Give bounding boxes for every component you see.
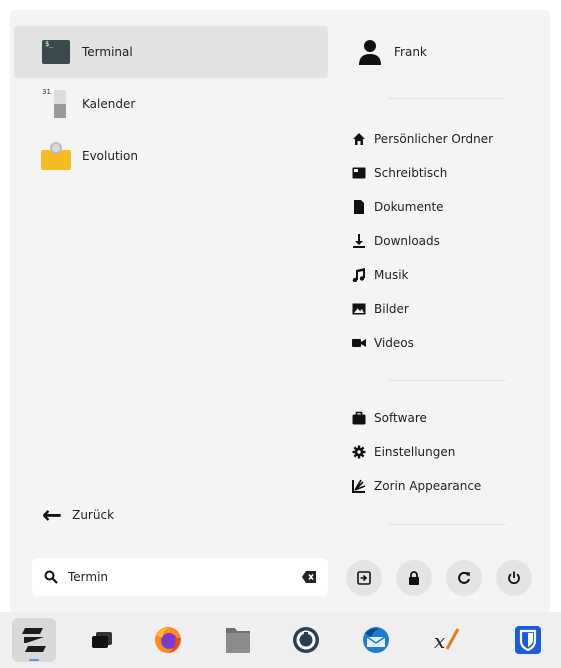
power-button[interactable] [496,560,532,596]
zorin-menu-icon [22,628,46,652]
place-documents[interactable]: Dokumente [344,190,493,224]
back-label: Zurück [72,508,115,522]
app-label: Kalender [82,97,136,111]
place-videos[interactable]: Videos [344,326,493,360]
taskbar-thunderbird[interactable] [354,618,398,662]
user-account-button[interactable]: Frank [358,38,427,66]
taskbar-timeshift[interactable] [284,618,328,662]
calendar-icon: 31 [40,88,72,120]
thunderbird-icon [363,627,389,653]
arrow-left-icon: ← [42,501,63,529]
restart-icon [458,571,470,584]
clear-search-icon[interactable] [302,571,316,583]
divider [388,380,506,381]
software-icon [352,411,366,425]
taskbar-firefox[interactable] [146,618,190,662]
place-label: Musik [374,268,409,282]
places-list: Persönlicher Ordner Schreibtisch Dokumen… [344,122,493,360]
place-label: Dokumente [374,200,444,214]
system-label: Software [374,411,427,425]
user-icon [359,40,381,65]
place-pictures[interactable]: Bilder [344,292,493,326]
settings-gear-icon [352,445,366,459]
start-menu: Terminal 31 Kalender Evolution ← Zurück [10,10,550,612]
music-icon [352,268,365,282]
system-software[interactable]: Software [344,401,481,435]
place-home[interactable]: Persönlicher Ordner [344,122,493,156]
taskbar-bitwarden[interactable] [506,618,550,662]
taskbar-zorin-menu[interactable] [12,618,56,662]
app-item-terminal[interactable]: Terminal [14,26,328,78]
place-label: Schreibtisch [374,166,448,180]
logout-icon [357,571,371,585]
logout-button[interactable] [346,560,382,596]
download-icon [353,234,365,248]
search-icon [44,570,58,584]
bitwarden-icon [515,626,541,654]
system-label: Zorin Appearance [374,479,482,493]
place-desktop[interactable]: Schreibtisch [344,156,493,190]
system-settings[interactable]: Einstellungen [344,435,481,469]
taskbar: x [0,612,561,668]
lock-icon [409,571,419,585]
home-icon [353,133,365,145]
taskbar-files[interactable] [216,618,260,662]
app-label: Terminal [82,45,133,59]
place-label: Persönlicher Ordner [374,132,494,146]
app-item-evolution[interactable]: Evolution [14,130,328,182]
search-box[interactable] [32,558,328,596]
firefox-icon [155,627,181,653]
window-switcher-icon [92,632,112,648]
taskbar-window-switcher[interactable] [80,618,124,662]
system-label: Einstellungen [374,445,456,459]
system-list: Software Einstellungen Zorin Appearance [344,401,481,503]
lock-button[interactable] [396,560,432,596]
document-icon [354,200,364,214]
session-actions [346,560,532,596]
user-name: Frank [394,45,427,59]
system-zorin-appearance[interactable]: Zorin Appearance [344,469,481,503]
app-results-list: Terminal 31 Kalender Evolution [14,26,328,182]
app-label: Evolution [82,149,138,163]
files-icon [226,628,250,653]
terminal-icon [40,36,72,68]
divider [388,524,506,525]
divider [388,98,506,99]
restart-button[interactable] [446,560,482,596]
svg-text:x: x [434,629,445,653]
app-item-kalender[interactable]: 31 Kalender [14,78,328,130]
desktop-icon [352,167,366,179]
place-label: Bilder [374,302,409,316]
back-button[interactable]: ← Zurück [42,500,114,530]
zorin-appearance-icon [352,479,366,493]
power-icon [508,571,520,585]
active-indicator [29,659,39,661]
place-label: Downloads [374,234,440,248]
search-input[interactable] [68,570,302,584]
image-icon [352,303,366,315]
place-label: Videos [374,336,414,350]
taskbar-xournal[interactable]: x [424,618,468,662]
evolution-icon [40,140,72,172]
timeshift-icon [293,627,319,653]
place-downloads[interactable]: Downloads [344,224,493,258]
place-music[interactable]: Musik [344,258,493,292]
xournal-icon: x [434,628,460,653]
video-icon [352,339,366,347]
